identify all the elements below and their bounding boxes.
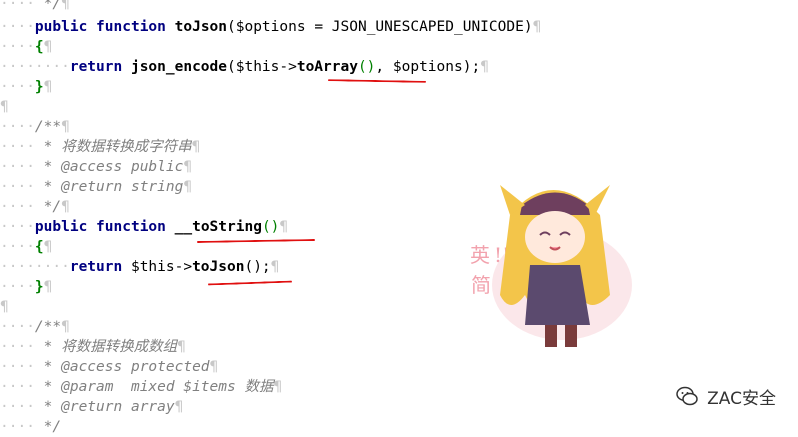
code-line: ···· * @access protected¶ <box>0 359 219 375</box>
code-line: ····{¶ <box>0 239 53 255</box>
code-line: ···· */¶ <box>0 199 70 215</box>
code-line: ····/**¶ <box>0 119 70 135</box>
code-editor: ···· */¶ ····public function toJson($opt… <box>0 0 798 435</box>
code-line: ········return json_encode($this->toArra… <box>0 59 489 75</box>
annotation-underline <box>327 79 427 83</box>
watermark-text: ZAC安全 <box>707 388 776 409</box>
wechat-icon <box>676 386 698 406</box>
code-line: ···· */¶ <box>0 0 70 12</box>
code-line: ¶ <box>0 99 9 115</box>
code-line: ···· * 将数据转换成字符串¶ <box>0 139 201 155</box>
code-line: ···· */ <box>0 419 62 435</box>
code-line: ····/**¶ <box>0 319 70 335</box>
code-line: ····}¶ <box>0 79 53 95</box>
code-line: ····public function __toString()¶ <box>0 219 289 235</box>
code-line: ········return $this->toJson();¶ <box>0 259 280 275</box>
code-line: ···· * @access public¶ <box>0 159 193 175</box>
code-line: ····public function toJson($options = JS… <box>0 19 542 35</box>
code-line: ···· * @return string¶ <box>0 179 193 195</box>
code-line: ····}¶ <box>0 279 53 295</box>
code-line: ···· * 将数据转换成数组¶ <box>0 339 186 355</box>
code-line: ···· * @return array¶ <box>0 399 184 415</box>
code-line: ¶ <box>0 299 9 315</box>
code-line: ····{¶ <box>0 39 53 55</box>
watermark: ZAC安全 <box>675 384 776 409</box>
code-line: ···· * @param mixed $items 数据¶ <box>0 379 283 395</box>
anime-mascot-image <box>492 185 632 347</box>
annotation-underline <box>196 238 316 244</box>
annotation-underline <box>207 280 293 286</box>
